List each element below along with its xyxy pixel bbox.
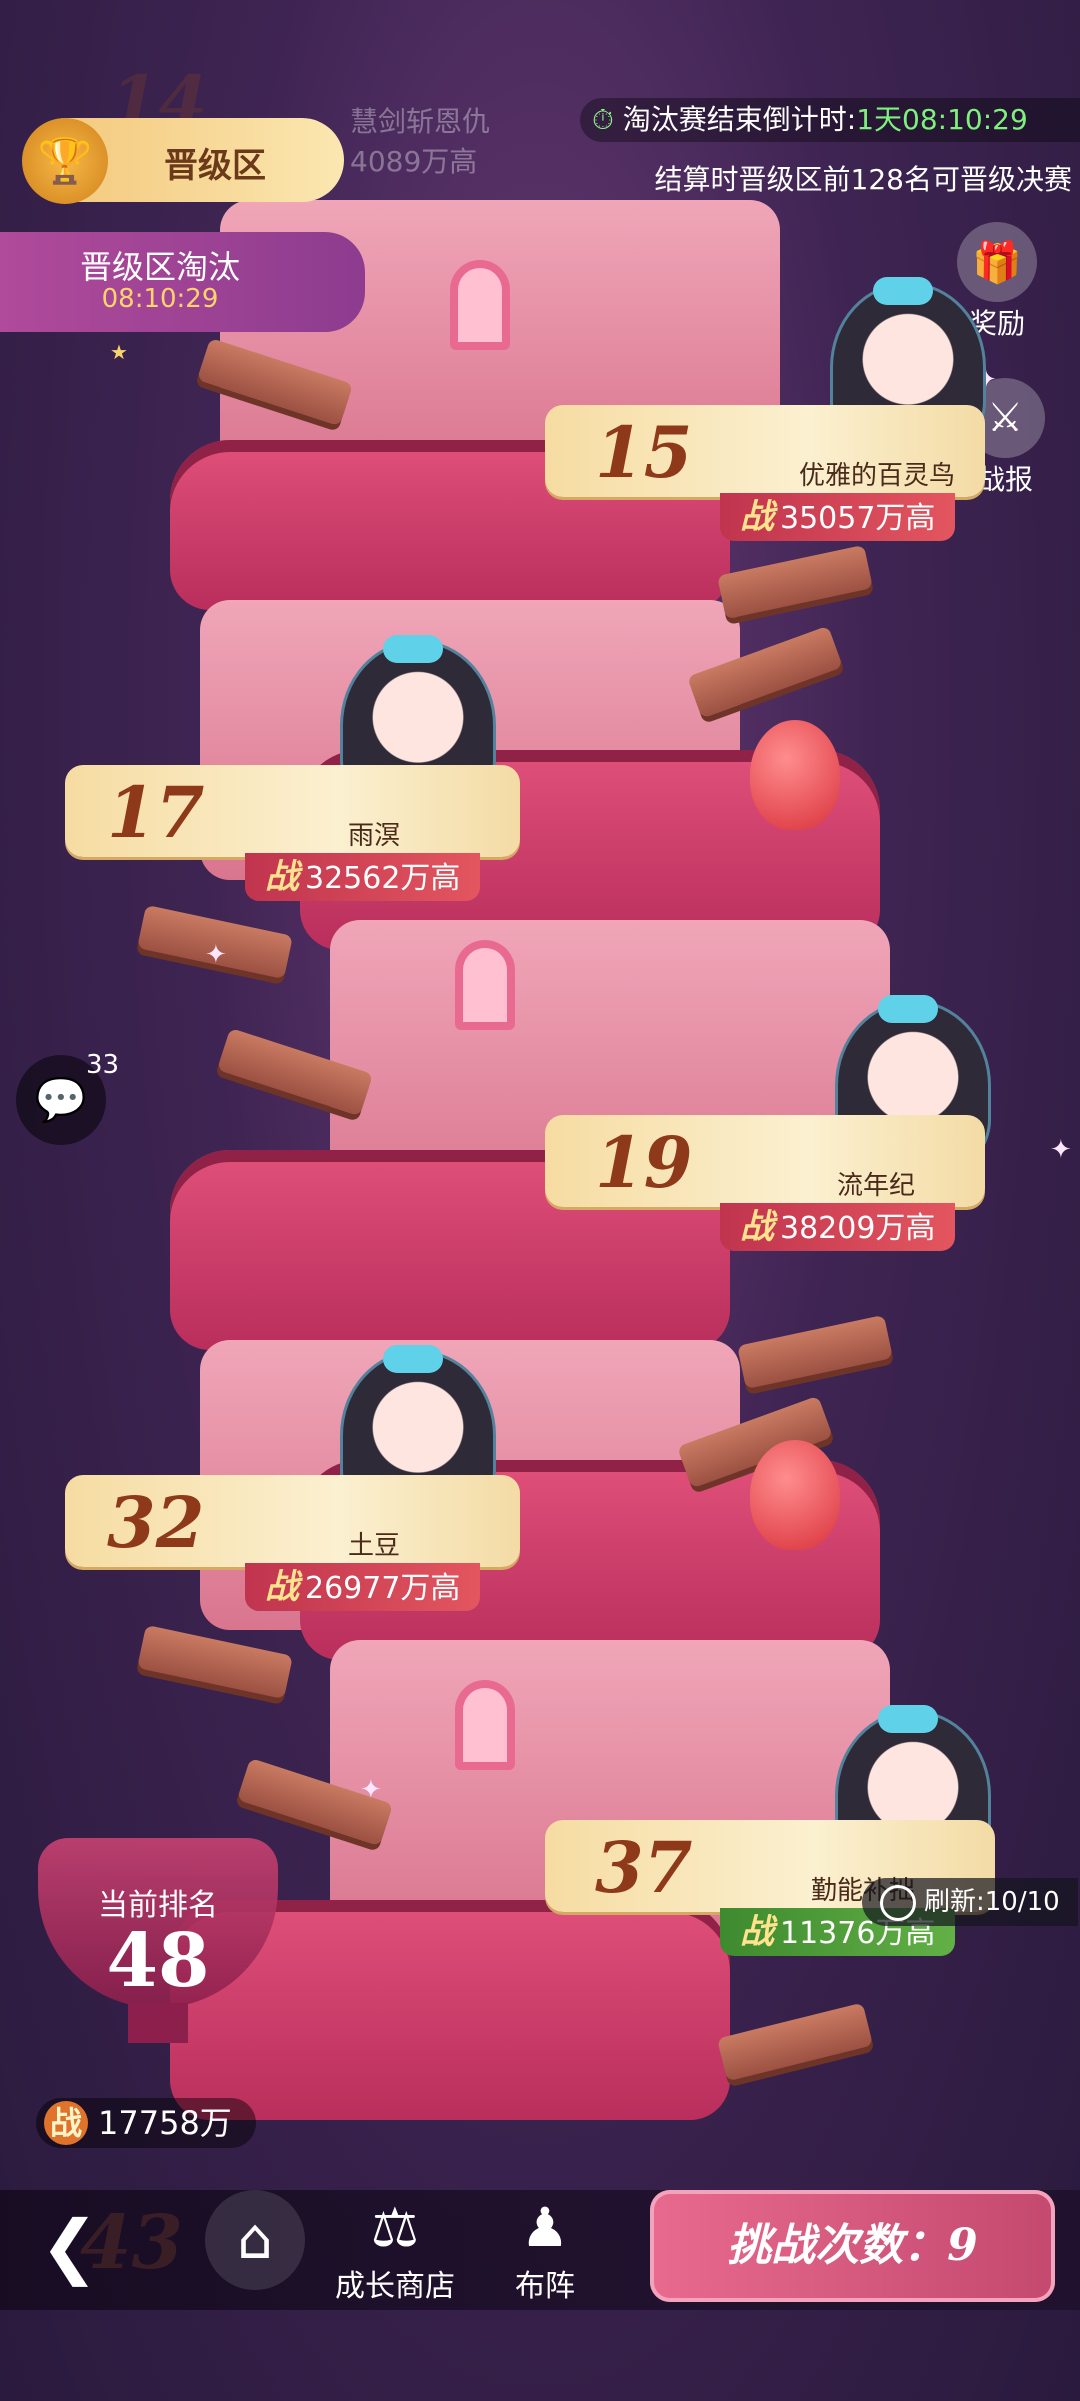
power-badge: 战 38209万高 bbox=[720, 1203, 956, 1251]
sparkle-icon: ✦ bbox=[205, 940, 227, 970]
chat-count-badge: 33 bbox=[86, 1050, 120, 1080]
rank-number: 15 bbox=[595, 411, 693, 494]
star-icon: ★ bbox=[110, 340, 128, 364]
my-power-value: 17758万 bbox=[98, 2104, 232, 2142]
refresh-icon bbox=[880, 1884, 916, 1921]
sparkle-icon: ✦ bbox=[360, 1775, 382, 1805]
power-value: 35057万高 bbox=[780, 501, 936, 536]
hair-bow bbox=[878, 995, 938, 1023]
faded-name-text: 慧剑斩恩仇 bbox=[350, 105, 491, 138]
strawberry-decoration bbox=[750, 720, 840, 830]
home-button[interactable]: ⌂ bbox=[205, 2190, 305, 2290]
wafer-stair bbox=[737, 1314, 893, 1390]
countdown-label: 淘汰赛结束倒计时: bbox=[622, 103, 857, 136]
player-name: 流年纪 bbox=[836, 1171, 915, 1201]
cake-window bbox=[450, 260, 510, 350]
power-badge: 战 32562万高 bbox=[245, 853, 481, 901]
challenge-count-button[interactable]: 挑战次数：9 bbox=[650, 2190, 1055, 2302]
scale-icon: ⚖ bbox=[370, 2196, 420, 2259]
hair-bow bbox=[383, 635, 443, 663]
refresh-label: 刷新:10/10 bbox=[924, 1887, 1060, 1917]
lineup-label: 布阵 bbox=[515, 2269, 575, 2304]
my-power-badge: 战 17758万 bbox=[36, 2098, 256, 2148]
power-badge: 战 26977万高 bbox=[245, 1563, 481, 1611]
rank-number: 32 bbox=[107, 1481, 205, 1564]
power-prefix: 战 bbox=[265, 1567, 299, 1607]
home-icon: ⌂ bbox=[237, 2207, 273, 2272]
rank-number: 17 bbox=[107, 771, 205, 854]
wafer-stair bbox=[716, 2002, 874, 2082]
strawberry-decoration bbox=[750, 1440, 840, 1550]
chess-pieces-icon: ♟ bbox=[520, 2196, 570, 2259]
power-prefix: 战 bbox=[740, 1207, 774, 1247]
cake-window bbox=[455, 1680, 515, 1770]
faded-power-text: 4089万高 bbox=[350, 145, 478, 178]
elimination-timer: 08:10:29 bbox=[101, 284, 219, 314]
lineup-button[interactable]: ♟ 布阵 bbox=[480, 2195, 610, 2305]
rank-card[interactable]: 15 优雅的百灵鸟 战 35057万高 bbox=[545, 405, 985, 541]
power-prefix: 战 bbox=[740, 1912, 774, 1952]
player-name: 优雅的百灵鸟 bbox=[798, 461, 955, 491]
hair-bow bbox=[383, 1345, 443, 1373]
clock-icon: ⏱ bbox=[592, 103, 614, 136]
player-name: 雨溟 bbox=[347, 821, 400, 851]
zone-label: 晋级区 bbox=[164, 146, 266, 186]
chat-bubble-icon: 💬 bbox=[34, 1075, 88, 1124]
hair-bow bbox=[878, 1705, 938, 1733]
growth-shop-label: 成长商店 bbox=[335, 2269, 455, 2304]
wafer-stair bbox=[717, 544, 873, 620]
rank-number: 19 bbox=[595, 1121, 693, 1204]
rank-card[interactable]: 32 土豆 战 26977万高 bbox=[65, 1475, 520, 1611]
faded-player-name: 慧剑斩恩仇 4089万高 bbox=[350, 100, 490, 180]
power-badge: 战 35057万高 bbox=[720, 493, 956, 541]
elimination-title: 晋级区淘汰 bbox=[79, 248, 240, 286]
gift-icon: 🎁 bbox=[957, 222, 1037, 302]
sparkle-icon: ✦ bbox=[1050, 1135, 1072, 1165]
cake-window bbox=[455, 940, 515, 1030]
wafer-stair bbox=[137, 1624, 293, 1700]
promotion-note: 结算时晋级区前128名可晋级决赛 bbox=[654, 163, 1072, 196]
power-value: 38209万高 bbox=[780, 1211, 936, 1246]
rank-card[interactable]: 19 流年纪 战 38209万高 bbox=[545, 1115, 985, 1251]
growth-shop-button[interactable]: ⚖ 成长商店 bbox=[330, 2195, 460, 2305]
back-button[interactable]: ❮ bbox=[40, 2205, 99, 2287]
player-name: 土豆 bbox=[347, 1531, 400, 1561]
current-rank-panel: 当前排名 48 bbox=[18, 1838, 298, 2078]
countdown-bar: ⏱ 淘汰赛结束倒计时:1天08:10:29 bbox=[580, 98, 1080, 142]
refresh-button[interactable]: 刷新:10/10 bbox=[862, 1878, 1078, 1926]
power-value: 26977万高 bbox=[305, 1571, 461, 1606]
power-prefix: 战 bbox=[740, 497, 774, 537]
power-prefix: 战 bbox=[265, 857, 299, 897]
trophy-stem-shape bbox=[128, 2003, 188, 2043]
countdown-value: 1天08:10:29 bbox=[856, 103, 1028, 136]
rank-card[interactable]: 17 雨溟 战 32562万高 bbox=[65, 765, 520, 901]
elimination-banner: 晋级区淘汰 08:10:29 bbox=[0, 232, 365, 332]
current-rank-value: 48 bbox=[106, 1918, 210, 2004]
chevron-left-icon: ❮ bbox=[40, 2205, 99, 2287]
hair-bow bbox=[873, 277, 933, 305]
rank-number: 37 bbox=[595, 1826, 693, 1909]
power-prefix: 战 bbox=[44, 2101, 88, 2145]
power-value: 32562万高 bbox=[305, 861, 461, 896]
trophy-icon: 🏆 bbox=[22, 118, 108, 204]
